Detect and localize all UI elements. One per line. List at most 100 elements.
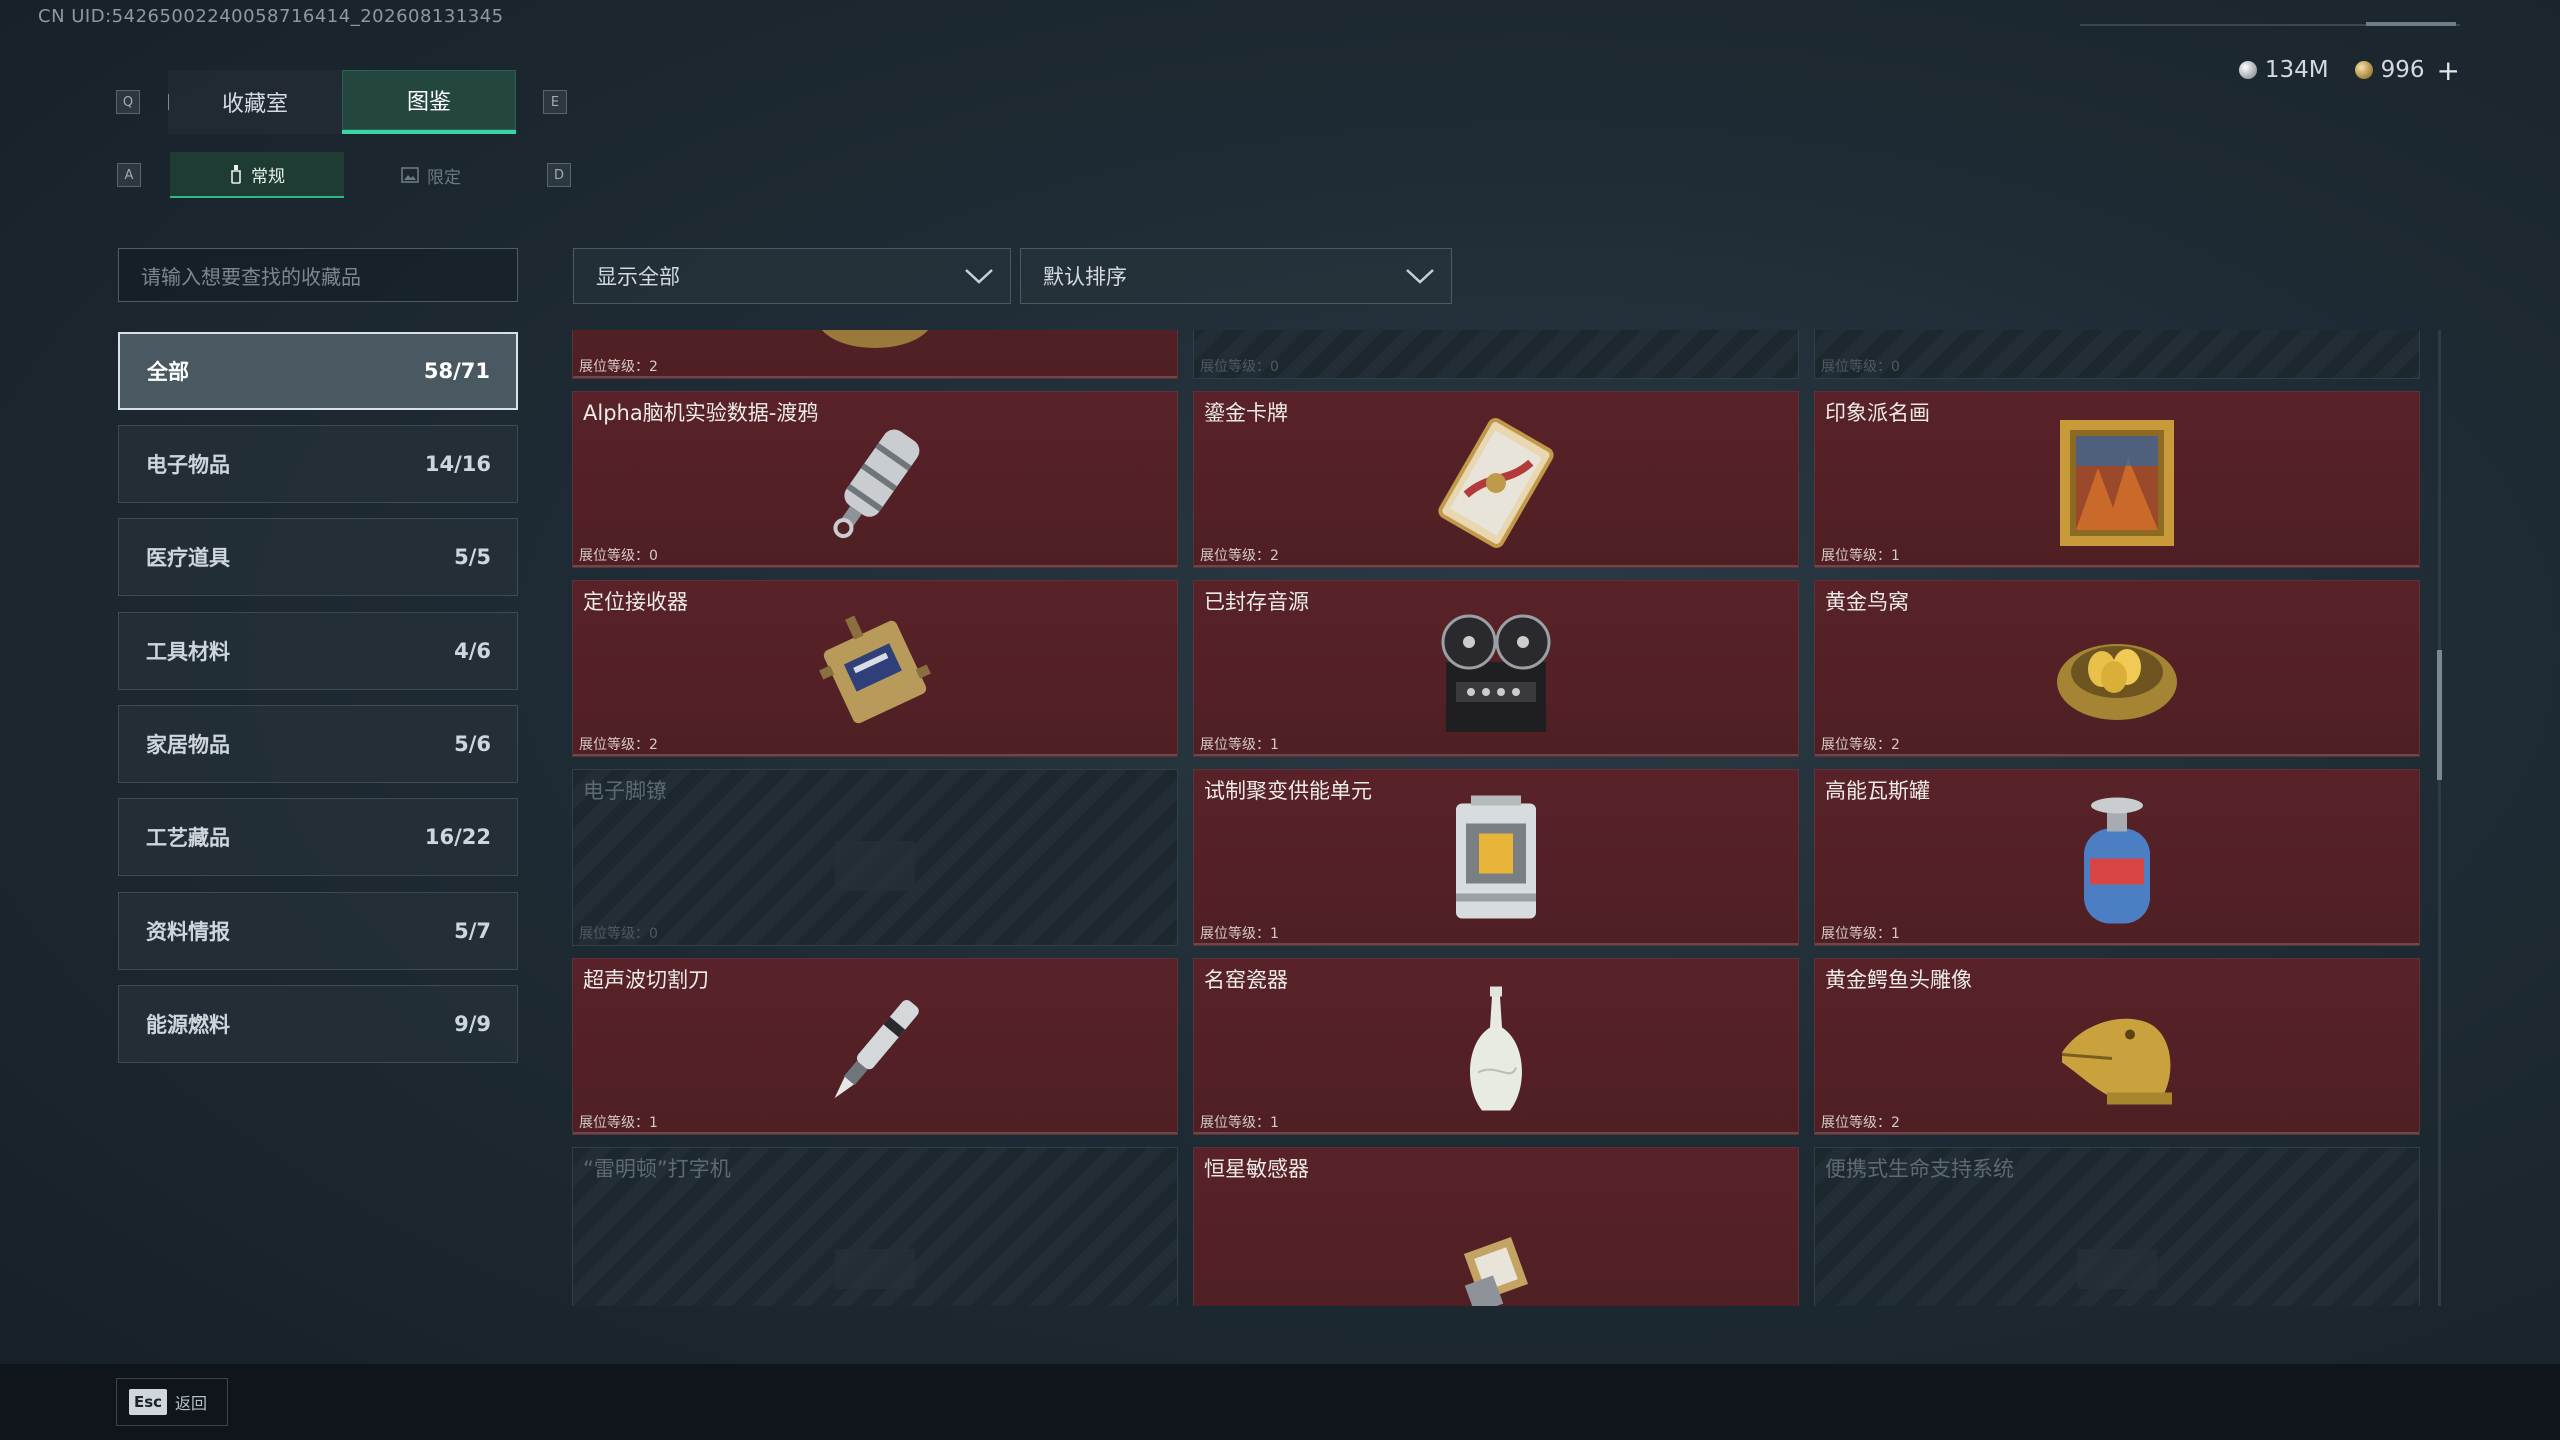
fusion-power-unit-icon [1441, 793, 1551, 932]
item-card[interactable]: 恒星敏感器 [1193, 1147, 1799, 1306]
receiver-device-icon [815, 607, 935, 741]
category-label: 全部 [147, 360, 189, 384]
uid-label: CN UID:542650022400587164­14_20260813134… [38, 6, 504, 27]
item-card[interactable]: 印象派名画 展位等级：1 [1814, 391, 2420, 568]
item-name: 名窑瓷器 [1204, 968, 1288, 992]
item-level: 展位等级：2 [1821, 737, 1900, 753]
key-hint-a: A [117, 163, 141, 187]
tab-label: 图鉴 [406, 90, 451, 115]
item-name: 超声波切割刀 [583, 968, 709, 992]
category-label: 能源燃料 [146, 1013, 230, 1037]
filter-dropdown-value: 显示全部 [596, 265, 680, 289]
back-button[interactable]: Esc 返回 [116, 1378, 228, 1426]
category-household[interactable]: 家居物品 5/6 [118, 705, 518, 783]
item-name: 黄金鸟窝 [1825, 590, 1909, 614]
category-label: 工具材料 [146, 640, 230, 664]
scrollbar-thumb[interactable] [2437, 650, 2442, 780]
gas-canister-icon [2072, 793, 2162, 932]
item-grid-viewport: 展位等级：2 展位等级：0 展位等级：0 Alpha脑机实验数据-渡鸦 展位等级… [572, 330, 2428, 1306]
category-tools[interactable]: 工具材料 4/6 [118, 612, 518, 690]
item-card[interactable]: 名窑瓷器 展位等级：1 [1193, 958, 1799, 1135]
scrollbar-track[interactable] [2438, 330, 2441, 1306]
item-level: 展位等级：2 [1821, 1115, 1900, 1131]
item-card[interactable]: 超声波切割刀 展位等级：1 [572, 958, 1178, 1135]
tab-codex[interactable]: 图鉴 [342, 70, 516, 134]
item-level: 展位等级：0 [579, 548, 658, 564]
back-label: 返回 [175, 1394, 208, 1413]
category-label: 医疗道具 [146, 546, 230, 570]
item-card[interactable]: 黄金鳄鱼头雕像 展位等级：2 [1814, 958, 2420, 1135]
gold-currency: 996 + [2354, 54, 2460, 87]
item-card[interactable]: 高能瓦斯罐 展位等级：1 [1814, 769, 2420, 946]
item-card-locked[interactable]: 展位等级：0 [1193, 330, 1799, 379]
item-card[interactable]: 试制聚变供能单元 展位等级：1 [1193, 769, 1799, 946]
gold-amount: 996 [2380, 57, 2425, 83]
locked-item-icon [815, 1239, 935, 1303]
item-card[interactable]: Alpha脑机实验数据-渡鸦 展位等级：0 [572, 391, 1178, 568]
locked-item-icon [2057, 1239, 2177, 1303]
item-level: 展位等级：0 [1200, 359, 1279, 375]
category-fuel[interactable]: 能源燃料 9/9 [118, 985, 518, 1063]
card-underline [1815, 754, 2419, 756]
card-underline [573, 565, 1177, 567]
card-underline [1815, 1132, 2419, 1134]
item-name: 鎏金卡牌 [1204, 401, 1288, 425]
item-card[interactable]: 黄金鸟窝 展位等级：2 [1814, 580, 2420, 757]
item-card[interactable]: 已封存音源 展位等级：1 [1193, 580, 1799, 757]
footer-bar [0, 1364, 2560, 1440]
subtab-limited[interactable]: 限定 [344, 152, 518, 198]
filter-dropdown[interactable]: 显示全部 [573, 248, 1011, 304]
item-level: 展位等级：1 [1200, 1115, 1279, 1131]
silver-coin-icon [2238, 61, 2257, 79]
card-underline [1194, 565, 1798, 567]
card-underline [1194, 754, 1798, 756]
top-divider-highlight [2366, 22, 2456, 26]
item-level: 展位等级：0 [579, 926, 658, 942]
key-hint-e: E [543, 90, 567, 114]
item-card[interactable]: 展位等级：2 [572, 330, 1178, 379]
item-card[interactable]: 鎏金卡牌 展位等级：2 [1193, 391, 1799, 568]
card-underline [1815, 943, 2419, 945]
chevron-down-icon [965, 269, 993, 284]
card-underline [1194, 943, 1798, 945]
card-underline [573, 1132, 1177, 1134]
category-all[interactable]: 全部 58/71 [118, 332, 518, 410]
add-currency-button[interactable]: + [2437, 54, 2460, 87]
tab-separator [168, 94, 169, 110]
data-capsule-icon [820, 418, 930, 552]
gold-coin-icon [2354, 61, 2373, 79]
caviar-tin-icon [810, 330, 940, 362]
item-card-locked[interactable]: 电子脚镣 展位等级：0 [572, 769, 1178, 946]
category-crafts[interactable]: 工艺藏品 16/22 [118, 798, 518, 876]
sort-dropdown[interactable]: 默认排序 [1020, 248, 1452, 304]
category-medical[interactable]: 医疗道具 5/5 [118, 518, 518, 596]
silver-amount: 134M [2264, 57, 2329, 83]
tab-collection-room[interactable]: 收藏室 [168, 70, 342, 134]
item-name: Alpha脑机实验数据-渡鸦 [583, 401, 819, 425]
key-hint-q: Q [116, 90, 140, 114]
category-count: 4/6 [454, 639, 491, 663]
item-name: 便携式生命支持系统 [1825, 1157, 2014, 1181]
item-level: 展位等级：0 [1821, 359, 1900, 375]
category-count: 58/71 [423, 359, 490, 383]
framed-painting-icon [2058, 418, 2176, 552]
item-name: 试制聚变供能单元 [1204, 779, 1372, 803]
category-count: 5/6 [454, 732, 491, 756]
ultrasonic-knife-icon [815, 985, 935, 1119]
category-intel[interactable]: 资料情报 5/7 [118, 892, 518, 970]
item-card-locked[interactable]: “雷明顿”打字机 [572, 1147, 1178, 1306]
card-underline [1194, 1132, 1798, 1134]
star-sensor-icon [1446, 1229, 1546, 1306]
card-underline [573, 376, 1177, 378]
item-card[interactable]: 定位接收器 展位等级：2 [572, 580, 1178, 757]
item-card-locked[interactable]: 展位等级：0 [1814, 330, 2420, 379]
category-count: 5/5 [454, 545, 491, 569]
subtab-regular[interactable]: 常规 [170, 152, 344, 198]
item-card-locked[interactable]: 便携式生命支持系统 [1814, 1147, 2420, 1306]
item-level: 展位等级：1 [579, 1115, 658, 1131]
picture-icon [401, 167, 419, 183]
search-input[interactable]: 请输入想要查找的收藏品 [118, 248, 518, 302]
category-electronics[interactable]: 电子物品 14/16 [118, 425, 518, 503]
category-label: 工艺藏品 [146, 826, 230, 850]
item-name: 已封存音源 [1204, 590, 1309, 614]
